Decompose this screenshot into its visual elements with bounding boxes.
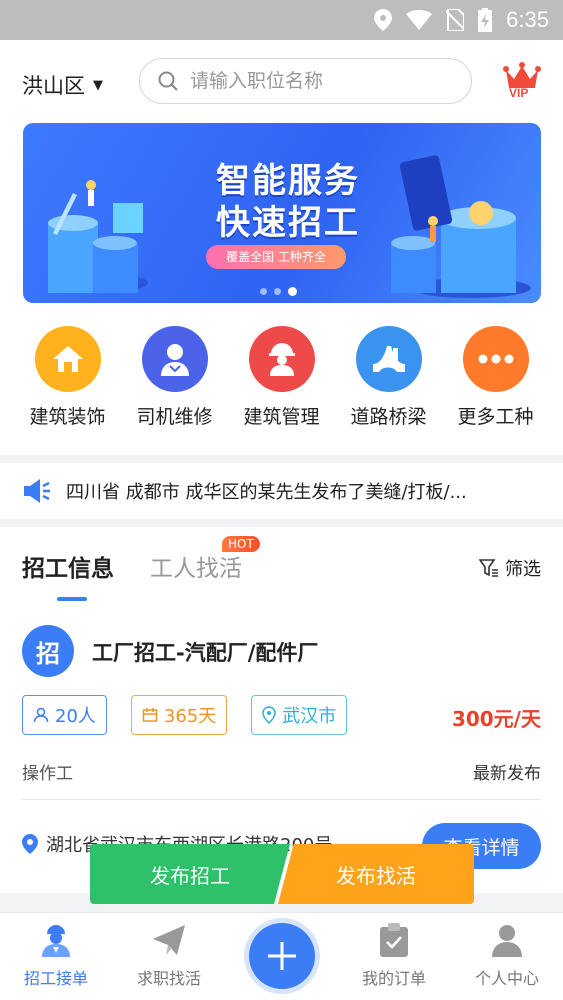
banner-title-line2: 快速招工 [216,203,360,243]
days-tag: 365天 [130,695,228,735]
city-name: 武汉市 [282,706,337,727]
category-label: 建筑装饰 [29,406,106,428]
category-grid: 建筑装饰 司机维修 建筑管理 道路桥梁 更多工种 [0,326,563,429]
days-count: 365天 [163,706,217,727]
tab-label: 招工接单 [23,969,88,988]
vip-button[interactable]: VIP [500,62,544,102]
promo-banner[interactable]: 智能服务 快速招工 覆盖全国 工种齐全 [23,123,541,303]
people-count: 20人 [55,706,96,727]
driver-icon [141,326,208,392]
post-work-button[interactable]: 发布找活 [278,844,474,904]
calendar-icon [142,708,158,722]
job-status: 最新发布 [473,764,541,784]
bridge-icon [355,326,422,392]
location-pin-icon [262,706,277,724]
category-label: 司机维修 [136,406,213,428]
tab-workers-seeking[interactable]: 工人找活 [150,549,242,583]
banner-subtitle: 覆盖全国 工种齐全 [206,245,346,269]
house-icon [34,326,101,392]
post-job-button[interactable]: 发布招工 [90,844,290,904]
pager-dot-active[interactable] [288,287,297,296]
tab-label: 求职找活 [136,969,201,988]
vip-label: VIP [509,86,529,100]
divider [22,799,541,800]
salary: 300元/天 [451,707,541,731]
worker-icon [42,925,70,957]
banner-pager [260,287,297,296]
job-title[interactable]: 工厂招工-汽配厂/配件厂 [92,637,318,667]
district-label: 洪山区 [22,74,85,98]
paper-plane-icon [153,925,185,955]
wifi-icon [406,10,433,30]
category-driver-repair[interactable]: 司机维修 [125,326,225,429]
speaker-icon [24,479,50,503]
search-input[interactable] [190,70,440,92]
dropdown-caret-icon: ▼ [93,77,103,93]
category-building-management[interactable]: 建筑管理 [232,326,332,429]
person-outline-icon [33,707,49,723]
city-tag: 武汉市 [251,695,348,735]
job-list-section: 招工信息 工人找活 HOT 筛选 招 工厂招工-汽配厂/配件厂 20人 365天… [0,527,563,893]
bottom-tab-bar: 招工接单 求职找活 我的订单 个人中心 [0,912,563,1000]
tab-label: 我的订单 [361,969,426,988]
status-bar: 6:35 [0,0,563,40]
notice-bar[interactable]: 四川省 成都市 成华区的某先生发布了美缝/打板/... [0,463,563,519]
status-time: 6:35 [506,7,549,32]
category-road-bridge[interactable]: 道路桥梁 [339,326,439,429]
active-tab-indicator [57,597,87,601]
tab-job-seeking[interactable]: 求职找活 [114,923,224,989]
person-icon [492,925,522,957]
banner-illustration-right [391,155,531,298]
notice-text: 四川省 成都市 成华区的某先生发布了美缝/打板/... [66,482,467,503]
category-label: 道路桥梁 [350,406,427,428]
plus-icon [268,942,296,970]
location-status-icon [374,9,393,31]
pager-dot[interactable] [274,288,281,295]
job-type-icon: 招 [22,625,74,677]
filter-label: 筛选 [505,559,541,580]
clipboard-icon [380,923,408,957]
list-tabs: 招工信息 工人找活 [22,549,242,583]
helmet-worker-icon [248,326,315,392]
job-type: 操作工 [22,764,73,784]
pager-dot[interactable] [260,288,267,295]
category-label: 更多工种 [457,406,534,428]
tab-personal-center[interactable]: 个人中心 [452,923,562,989]
add-button[interactable] [249,923,315,989]
no-sim-icon [446,9,465,31]
publish-buttons: 发布招工 发布找活 [90,844,474,904]
hot-badge: HOT [222,536,260,552]
category-building-decoration[interactable]: 建筑装饰 [18,326,118,429]
filter-button[interactable]: 筛选 [479,555,541,581]
location-pin-icon [22,834,38,854]
more-dots-icon [462,326,529,392]
category-more[interactable]: 更多工种 [446,326,546,429]
tab-recruit-info[interactable]: 招工信息 [22,549,114,583]
people-tag: 20人 [22,695,107,735]
category-label: 建筑管理 [243,406,320,428]
district-selector[interactable]: 洪山区 ▼ [22,70,103,100]
job-tags: 20人 365天 武汉市 [22,695,348,735]
battery-charging-icon [478,8,493,32]
search-bar[interactable] [139,58,472,104]
tab-recruit-orders[interactable]: 招工接单 [1,923,111,989]
search-icon [158,71,178,91]
tab-label: 个人中心 [474,969,539,988]
banner-illustration-left [48,180,148,293]
tab-my-orders[interactable]: 我的订单 [339,923,449,989]
filter-icon [479,559,498,577]
